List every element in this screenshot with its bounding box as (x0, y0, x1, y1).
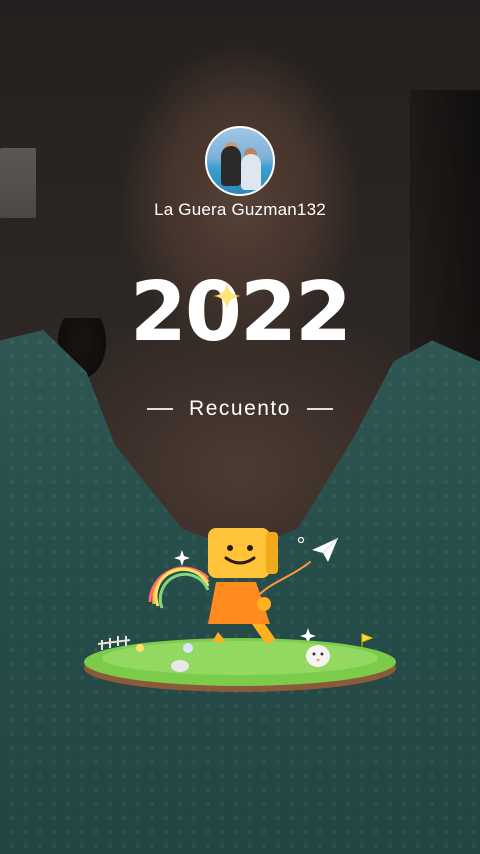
chick-icon (306, 645, 330, 667)
sparkle-icon (213, 282, 241, 310)
divider-right (306, 408, 333, 410)
mascot-icon (208, 528, 278, 644)
paper-plane-icon (312, 537, 339, 562)
recap-illustration (84, 528, 396, 692)
recap-subtitle-row: Recuento (0, 395, 480, 423)
recap-subtitle: Recuento (189, 397, 291, 420)
sparkle-icon (174, 550, 190, 566)
flower-icon (183, 643, 193, 653)
username-label: La Guera Guzman132 (154, 200, 326, 219)
divider-left (147, 408, 174, 410)
rainbow-icon (148, 566, 210, 609)
avatar[interactable] (205, 126, 275, 196)
flower-icon (136, 644, 144, 652)
flag-icon (361, 633, 374, 648)
dot-icon (297, 536, 305, 544)
